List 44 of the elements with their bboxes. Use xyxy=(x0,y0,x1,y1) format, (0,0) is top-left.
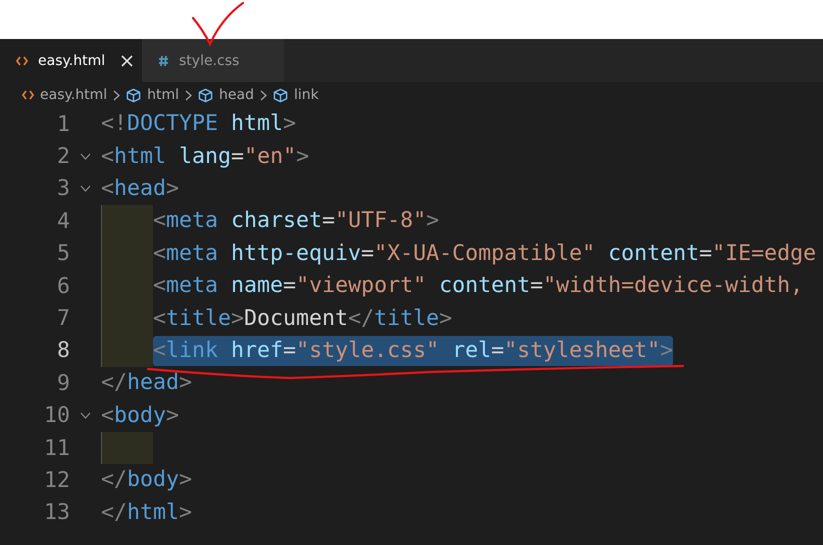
line-number: 13 xyxy=(42,500,70,526)
chevron-down-icon[interactable] xyxy=(80,153,91,160)
code-line: <html lang="en"> xyxy=(101,142,310,171)
code-line: <body> xyxy=(101,402,180,430)
cube-icon xyxy=(198,88,214,102)
code-brackets-icon xyxy=(16,56,28,66)
cube-icon xyxy=(126,88,142,102)
cube-icon xyxy=(272,88,288,102)
line-number: 12 xyxy=(42,468,70,493)
breadcrumb-item[interactable]: head xyxy=(198,87,254,103)
chevron-down-icon[interactable] xyxy=(80,185,91,192)
code-line: <meta name="viewport" content="width=device-width, xyxy=(153,272,804,300)
code-line: <!DOCTYPE html> xyxy=(101,110,296,138)
line-number: 2 xyxy=(56,144,70,170)
breadcrumb-item[interactable]: link xyxy=(272,87,319,103)
code-line: <title>Document</title> xyxy=(153,304,452,333)
code-line: <head> xyxy=(101,174,180,203)
line-number: 7 xyxy=(56,306,70,332)
chevron-right-icon xyxy=(113,90,120,100)
code-brackets-icon xyxy=(22,90,34,100)
code-line: <meta http-equiv="X-UA-Compatible" content="IE=edge xyxy=(153,240,816,268)
line-number: 8 xyxy=(56,338,70,364)
breadcrumb-item[interactable]: easy.html xyxy=(22,87,108,103)
breadcrumb-item[interactable]: html xyxy=(126,87,180,103)
hash-icon xyxy=(158,54,169,66)
line-number: 6 xyxy=(56,274,70,299)
code-line: </html> xyxy=(101,498,192,527)
line-number: 4 xyxy=(56,208,70,234)
line-number: 11 xyxy=(42,436,70,461)
editor-tab[interactable]: easy.html xyxy=(0,39,142,82)
chevron-right-icon xyxy=(185,90,192,100)
line-number: 9 xyxy=(56,370,70,396)
checkmark-annotation xyxy=(192,2,244,46)
chevron-down-icon[interactable] xyxy=(80,412,91,420)
code-line: </head> xyxy=(101,369,192,398)
editor-tab[interactable]: style.css xyxy=(142,39,284,82)
close-icon[interactable] xyxy=(121,54,134,66)
line-number: 10 xyxy=(42,403,70,428)
code-line: <meta charset="UTF-8"> xyxy=(153,207,440,236)
line-number: 3 xyxy=(56,176,70,202)
code-line: </body> xyxy=(101,466,192,494)
chevron-right-icon xyxy=(260,90,267,100)
line-number: 5 xyxy=(56,241,70,266)
line-number: 1 xyxy=(56,112,70,137)
